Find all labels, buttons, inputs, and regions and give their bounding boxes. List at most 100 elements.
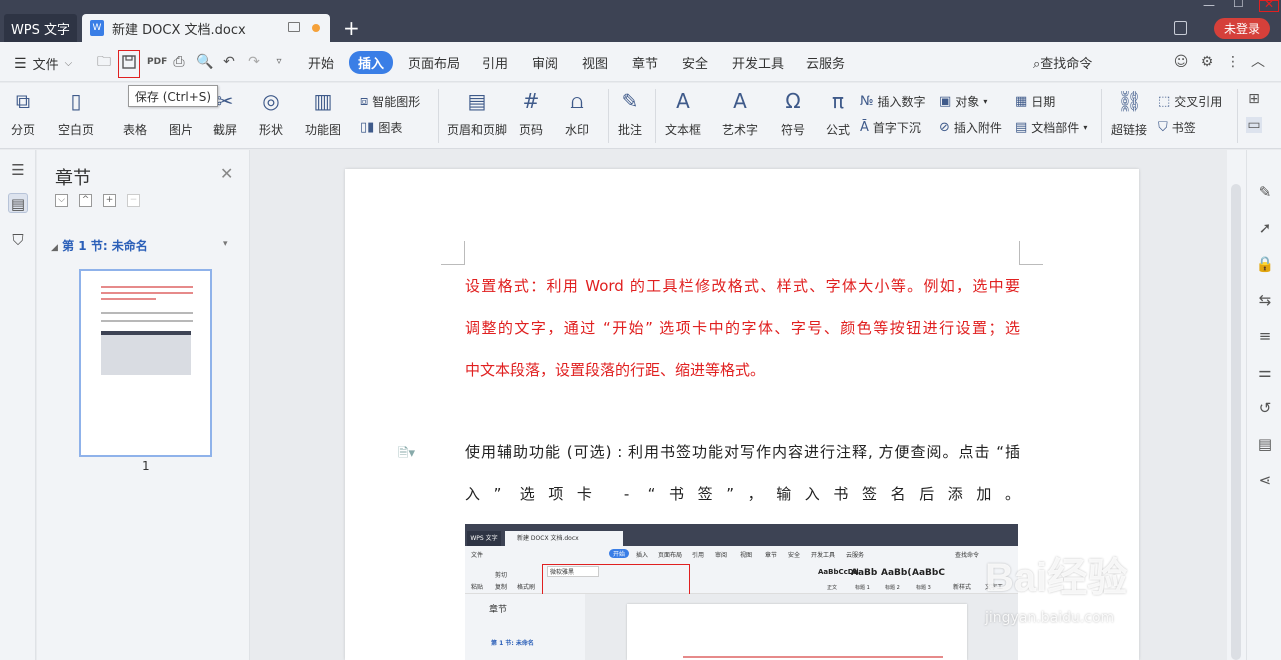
outline-icon[interactable]: ☰ [8, 160, 28, 180]
tab-view[interactable]: 视图 [582, 53, 608, 72]
section-menu-icon[interactable]: ▾ [223, 239, 228, 249]
text-direction-icon[interactable]: ≡ [1255, 326, 1275, 346]
page-number: 1 [142, 459, 150, 473]
header-footer-button[interactable]: ▤ 页眉和页脚 [447, 89, 507, 138]
paragraph-handle-icon[interactable]: 🗎▾ [398, 444, 415, 466]
open-folder-icon[interactable]: 🗀 [96, 54, 112, 70]
close-icon[interactable]: ✕ [220, 164, 233, 183]
doc-part-button[interactable]: ▤ 文档部件 ▾ [1015, 119, 1087, 136]
minimize-icon[interactable]: — [1203, 0, 1215, 12]
embed-app-tab: WPS 文字 [467, 531, 501, 546]
watermark-button[interactable]: ⩍ 水印 [565, 89, 589, 138]
function-chart-button[interactable]: ▥ 功能图 [305, 89, 341, 138]
attachment-button[interactable]: ⊘ 插入附件 [939, 119, 1002, 136]
add-tab-button[interactable]: + [343, 16, 360, 40]
bookmark-panel-icon[interactable]: ⛉ [8, 230, 28, 250]
insert-number-button[interactable]: № 插入数字 [860, 93, 926, 110]
undo-icon[interactable]: ↶ [221, 54, 237, 70]
save-tooltip: 保存 (Ctrl+S) [128, 85, 218, 107]
search-command[interactable]: ⌕查找命令 [1033, 53, 1092, 72]
cross-ref-button[interactable]: ⬚ 交叉引用 [1158, 93, 1222, 110]
chevron-down-icon: ▾ [983, 97, 988, 106]
screen-icon[interactable] [288, 22, 300, 32]
ribbon-scroll-up-icon[interactable]: ⊞ [1246, 91, 1262, 107]
cursor-icon[interactable]: ➚ [1255, 218, 1275, 238]
save-icon[interactable] [121, 55, 137, 71]
embed-font-highlight [542, 564, 690, 598]
adjust-icon[interactable]: ⚌ [1255, 362, 1275, 382]
header-footer-icon: ▤ [467, 89, 487, 113]
date-button[interactable]: ▦ 日期 [1015, 93, 1055, 110]
history-icon[interactable]: ↺ [1255, 398, 1275, 418]
more-vertical-icon[interactable]: ⋮ [1225, 54, 1241, 70]
tab-developer[interactable]: 开发工具 [732, 53, 784, 72]
blank-page-button[interactable]: ▯ 空白页 [58, 89, 94, 138]
formula-button[interactable]: π 公式 [826, 89, 850, 138]
symbol-button[interactable]: Ω 符号 [781, 89, 805, 138]
chart-icon: ▯▮ [360, 120, 375, 135]
tab-home[interactable]: 开始 [308, 53, 334, 72]
collapse-all-icon[interactable]: ^ [79, 194, 92, 207]
feedback-icon[interactable]: ☺ [1173, 54, 1189, 70]
file-menu[interactable]: ☰ 文件 ⌵ [14, 54, 72, 74]
customize-chevron-icon[interactable]: ▿ [271, 54, 287, 70]
page-number-button[interactable]: # 页码 [519, 89, 543, 138]
title-bar: WPS 文字 W 新建 DOCX 文档.docx + — ☐ ✕ 未登录 [0, 0, 1281, 42]
device-icon[interactable] [1174, 21, 1187, 35]
pdf-export-icon[interactable]: PDF [147, 54, 167, 70]
lock-icon[interactable]: 🔒 [1255, 254, 1275, 274]
paperclip-icon: ⊘ [939, 120, 950, 135]
page-thumbnail[interactable] [79, 269, 212, 457]
tab-cloud[interactable]: 云服务 [806, 53, 845, 72]
object-button[interactable]: ▣ 对象 ▾ [939, 93, 987, 110]
hyperlink-button[interactable]: ⛓ 超链接 [1111, 89, 1147, 138]
embedded-screenshot[interactable]: WPS 文字 新建 DOCX 文档.docx 文件 开始 插入 页面布局 引用 … [465, 524, 1018, 660]
paragraph-bookmark[interactable]: 使用辅助功能 (可选) : 利用书签功能对写作内容进行注释, 方便查阅。点击 “… [465, 431, 1020, 515]
hamburger-icon: ☰ [14, 55, 27, 72]
textbox-button[interactable]: A 文本框 [665, 89, 701, 138]
tab-insert[interactable]: 插入 [349, 51, 394, 74]
tab-page-layout[interactable]: 页面布局 [408, 53, 460, 72]
print-preview-icon[interactable]: 🔍 [196, 54, 213, 70]
maximize-icon[interactable]: ☐ [1233, 0, 1244, 10]
document-icon[interactable]: ▤ [1255, 434, 1275, 454]
pen-icon[interactable]: ✎ [1255, 182, 1275, 202]
smart-shape-button[interactable]: ⧈ 智能图形 [360, 93, 420, 110]
add-section-icon[interactable]: + [103, 194, 116, 207]
margin-corner [441, 241, 465, 265]
wordart-button[interactable]: A 艺术字 [722, 89, 758, 138]
section-item[interactable]: ◢ 第 1 节: 未命名 [51, 237, 148, 254]
settings-gear-icon[interactable]: ⚙ [1199, 54, 1215, 70]
chevron-down-icon: ▾ [1083, 123, 1088, 132]
separator [1101, 89, 1102, 143]
watermark-icon: ⩍ [570, 89, 584, 113]
redo-icon[interactable]: ↷ [246, 54, 262, 70]
bookmark-button[interactable]: ⛉ 书签 [1158, 119, 1196, 136]
drop-cap-button[interactable]: Ā 首字下沉 [860, 119, 921, 136]
share-icon[interactable]: ⋖ [1255, 470, 1275, 490]
print-icon[interactable]: ⎙ [171, 54, 187, 70]
embed-menubar: 文件 开始 插入 页面布局 引用 审阅 视图 章节 安全 开发工具 云服务 查找… [465, 546, 1018, 562]
tab-sections[interactable]: 章节 [632, 53, 658, 72]
cross-ref-icon: ⬚ [1158, 94, 1171, 109]
sections-icon[interactable]: ▤ [8, 193, 28, 213]
login-button[interactable]: 未登录 [1214, 18, 1270, 39]
app-tab[interactable]: WPS 文字 [4, 14, 77, 42]
comment-button[interactable]: ✎ 批注 [618, 89, 642, 138]
page-break-button[interactable]: ⧉ 分页 [11, 89, 35, 138]
translate-icon[interactable]: ⇆ [1255, 290, 1275, 310]
document-tab[interactable]: W 新建 DOCX 文档.docx [82, 14, 330, 42]
document-tab-label: 新建 DOCX 文档.docx [112, 22, 246, 38]
paragraph-format[interactable]: 设置格式：利用 Word 的工具栏修改格式、样式、字体大小等。例如，选中要 调整… [465, 265, 1020, 391]
shapes-button[interactable]: ◎ 形状 [259, 89, 283, 138]
remove-section-icon[interactable]: − [127, 194, 140, 207]
ribbon-scroll-down-icon[interactable]: ▭ [1246, 117, 1262, 133]
tab-security[interactable]: 安全 [682, 53, 708, 72]
expand-all-icon[interactable]: ⌵ [55, 194, 68, 207]
scrollbar-thumb[interactable] [1231, 184, 1241, 660]
collapse-ribbon-icon[interactable]: ︿ [1250, 54, 1266, 70]
tab-review[interactable]: 审阅 [532, 53, 558, 72]
close-icon[interactable]: ✕ [1264, 0, 1274, 11]
tab-references[interactable]: 引用 [482, 53, 508, 72]
chart-button[interactable]: ▯▮ 图表 [360, 119, 402, 136]
